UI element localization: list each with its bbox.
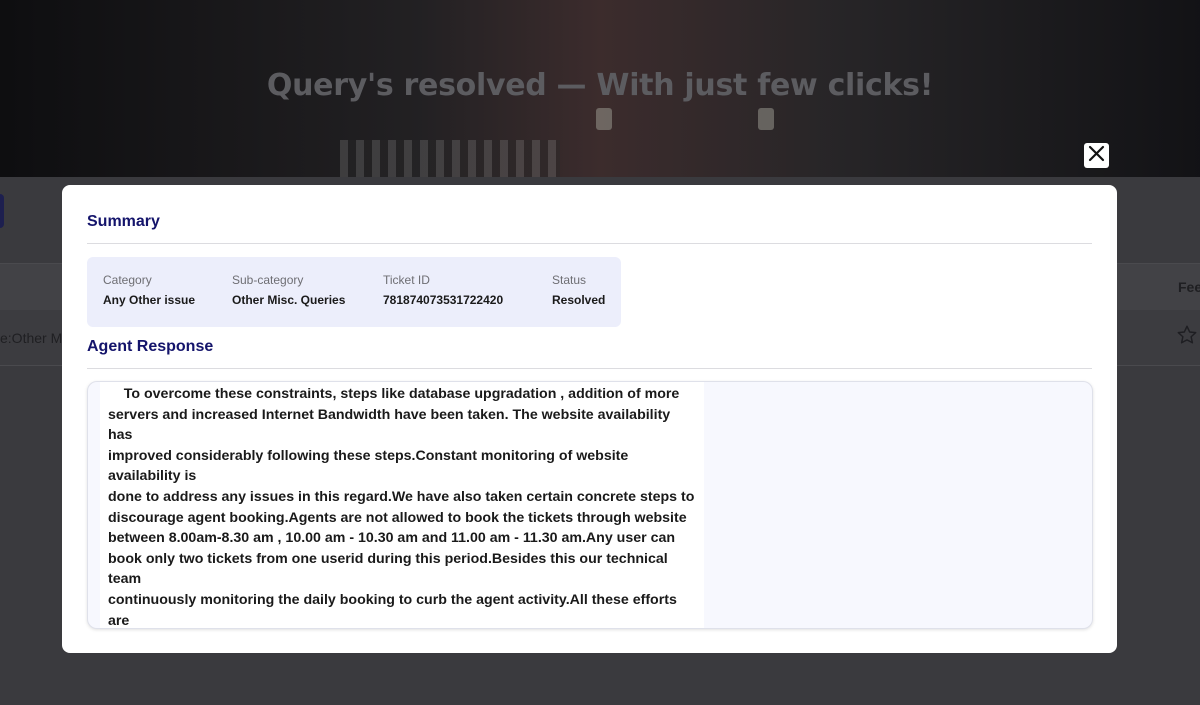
summary-value: 781874073531722420 <box>383 293 504 307</box>
ticket-summary-modal: Summary Category Any Other issue Sub-cat… <box>62 185 1117 653</box>
status-badge: Resolved <box>552 293 606 307</box>
summary-title: Summary <box>87 213 160 230</box>
summary-value: Any Other issue <box>103 293 196 307</box>
table-header-feedback: Fee <box>1178 279 1200 295</box>
agent-response-title: Agent Response <box>87 338 214 355</box>
summary-label: Sub-category <box>232 273 304 287</box>
summary-value: Other Misc. Queries <box>232 293 346 307</box>
hero-background-detail <box>758 108 774 130</box>
hero-title: Query's resolved — With just few clicks! <box>266 68 934 103</box>
summary-status: Status Resolved <box>552 273 605 307</box>
divider <box>87 368 1092 369</box>
summary-label: Status <box>552 273 587 287</box>
summary-subcategory: Sub-category Other Misc. Queries <box>232 273 345 307</box>
hero-background-detail <box>596 108 612 130</box>
divider <box>87 243 1092 244</box>
summary-ticket-id: Ticket ID 781874073531722420 <box>383 273 503 307</box>
hero-banner: Query's resolved — With just few clicks! <box>0 0 1200 177</box>
hero-background-detail <box>340 140 560 177</box>
page-button[interactable] <box>0 194 4 228</box>
close-icon <box>1088 145 1105 167</box>
close-button[interactable] <box>1084 143 1109 168</box>
table-cell-category: e:Other Mi <box>0 330 66 346</box>
agent-response-box[interactable]: To overcome these constraints, steps lik… <box>87 381 1093 629</box>
star-icon[interactable] <box>1176 324 1198 350</box>
summary-category: Category Any Other issue <box>103 273 195 307</box>
summary-label: Category <box>103 273 152 287</box>
agent-response-text: To overcome these constraints, steps lik… <box>108 386 695 629</box>
summary-box: Category Any Other issue Sub-category Ot… <box>87 257 621 327</box>
summary-label: Ticket ID <box>383 273 430 287</box>
agent-response-content: To overcome these constraints, steps lik… <box>100 382 704 628</box>
